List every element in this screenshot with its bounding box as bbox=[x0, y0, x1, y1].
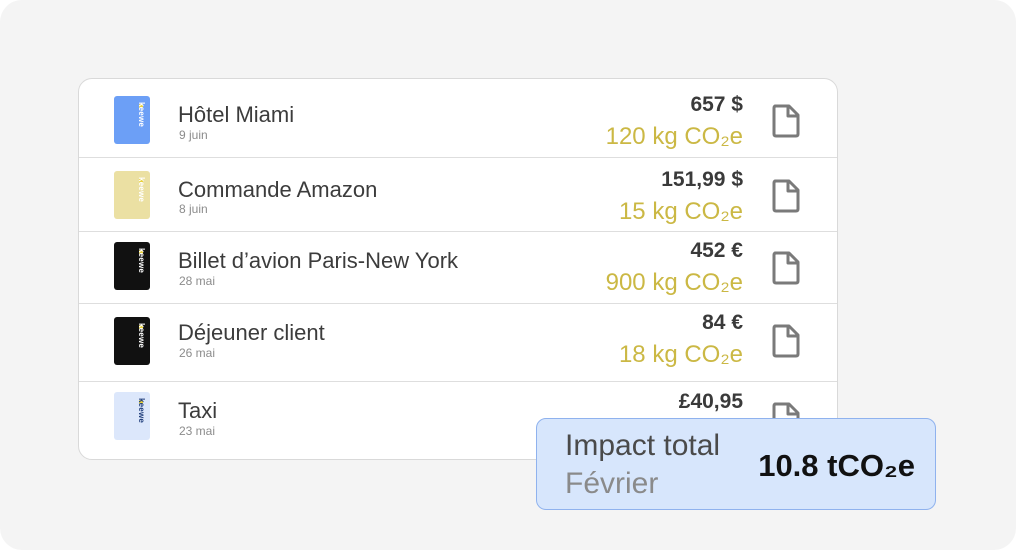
card-brand-label: keewe bbox=[137, 177, 146, 203]
payment-card-icon: keewe bbox=[114, 242, 150, 290]
card-brand-label: keewe bbox=[137, 398, 146, 424]
transaction-title: Commande Amazon bbox=[178, 177, 378, 202]
payment-card-icon: keewe bbox=[114, 171, 150, 219]
app-frame: keewe Hôtel Miami 9 juin 657 $ 120 kg CO… bbox=[0, 0, 1016, 550]
document-icon[interactable] bbox=[769, 323, 803, 359]
document-icon[interactable] bbox=[769, 103, 803, 139]
card-brand-label: keewe bbox=[137, 248, 146, 274]
transaction-amount: 151,99 $ bbox=[661, 168, 743, 191]
payment-card-icon: keewe bbox=[114, 317, 150, 365]
transaction-list: keewe Hôtel Miami 9 juin 657 $ 120 kg CO… bbox=[78, 78, 838, 460]
payment-card-icon: keewe bbox=[114, 96, 150, 144]
transaction-row[interactable]: keewe Commande Amazon 8 juin 151,99 $ 15… bbox=[79, 158, 837, 232]
transaction-co2: 18 kg CO₂e bbox=[618, 341, 743, 368]
transaction-date: 23 mai bbox=[179, 424, 216, 438]
transaction-amount: £40,95 bbox=[678, 390, 743, 413]
impact-value: 10.8 tCO₂e bbox=[758, 448, 915, 483]
transaction-row[interactable]: keewe Billet d’avion Paris-New York 28 m… bbox=[79, 232, 837, 304]
document-icon[interactable] bbox=[769, 178, 803, 214]
transaction-date: 8 juin bbox=[179, 202, 208, 216]
transaction-title: Taxi bbox=[178, 398, 218, 423]
payment-card-icon: keewe bbox=[114, 392, 150, 440]
transaction-co2: 120 kg CO₂e bbox=[605, 123, 743, 150]
transaction-date: 26 mai bbox=[179, 346, 216, 360]
impact-total-card: Impact total Février 10.8 tCO₂e bbox=[536, 418, 936, 510]
transaction-co2: 900 kg CO₂e bbox=[605, 269, 743, 296]
transaction-row[interactable]: keewe Déjeuner client 26 mai 84 € 18 kg … bbox=[79, 304, 837, 382]
impact-period: Février bbox=[565, 467, 659, 500]
card-brand-label: keewe bbox=[137, 102, 146, 128]
transaction-title: Déjeuner client bbox=[178, 320, 325, 345]
transaction-date: 28 mai bbox=[179, 274, 216, 288]
transaction-amount: 657 $ bbox=[690, 93, 743, 116]
transaction-amount: 452 € bbox=[690, 239, 743, 262]
impact-title: Impact total bbox=[565, 429, 721, 462]
transaction-date: 9 juin bbox=[179, 128, 208, 142]
document-icon[interactable] bbox=[769, 250, 803, 286]
transaction-title: Hôtel Miami bbox=[178, 102, 295, 127]
transaction-co2: 15 kg CO₂e bbox=[618, 198, 743, 225]
transaction-row[interactable]: keewe Hôtel Miami 9 juin 657 $ 120 kg CO… bbox=[79, 79, 837, 158]
card-brand-label: keewe bbox=[137, 323, 146, 349]
transaction-amount: 84 € bbox=[702, 311, 743, 334]
transaction-title: Billet d’avion Paris-New York bbox=[178, 248, 459, 273]
